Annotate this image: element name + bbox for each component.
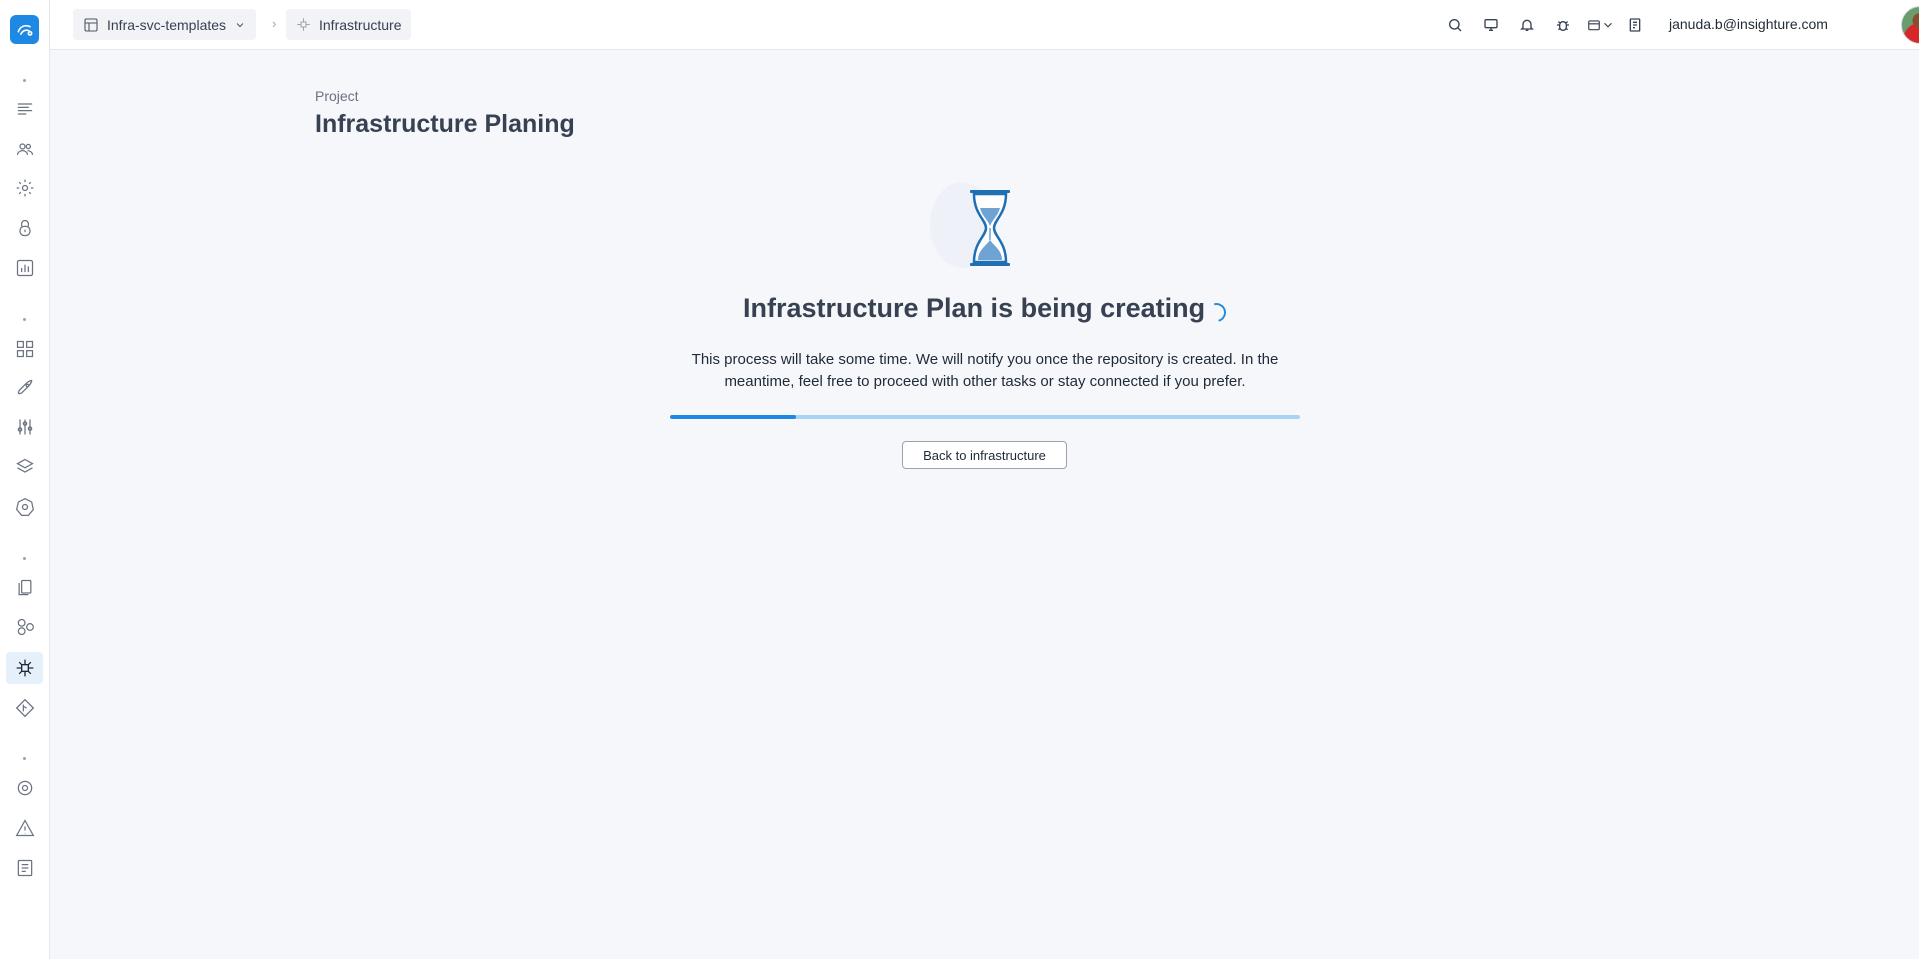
workspace-name: Infra-svc-templates [107,16,227,33]
layers-icon[interactable] [6,451,43,483]
infrastructure-icon [297,18,310,31]
progress-bar [670,415,1300,419]
hourglass-icon [970,190,1010,266]
breadcrumb-infrastructure[interactable]: Infrastructure [286,9,412,40]
circles-icon[interactable] [6,611,43,643]
notes-icon[interactable] [6,852,43,884]
breadcrumb-separator-icon: › [272,16,277,31]
chevron-down-icon [236,22,244,27]
avatar[interactable] [1901,6,1919,44]
top-bar: Infra-svc-templates › Infrastructure jan… [50,0,1919,50]
user-email[interactable]: januda.b@insighture.com [1669,16,1828,32]
document-icon[interactable] [1625,15,1645,35]
settings-cog-icon[interactable] [6,772,43,804]
menu-lines-icon[interactable] [6,93,43,125]
progress-bar-fill [670,415,796,419]
sliders-icon[interactable] [6,411,43,443]
sidebar-divider-dot [23,757,26,760]
calendar-dropdown-icon[interactable] [1587,15,1615,35]
rocket-icon[interactable] [6,372,43,404]
status-description: This process will take some time. We wil… [691,351,1279,390]
search-icon[interactable] [1445,15,1465,35]
dashboard-grid-icon[interactable] [6,333,43,365]
page-label: Project [315,88,359,104]
sidebar [0,0,50,959]
loading-spinner-icon [1203,299,1230,326]
table-icon [84,17,98,32]
sidebar-divider-dot [23,79,26,82]
users-icon[interactable] [6,133,43,165]
gear-icon[interactable] [6,172,43,204]
workspace-selector[interactable]: Infra-svc-templates [73,9,257,40]
infrastructure-icon[interactable] [6,652,43,684]
sidebar-divider-dot [23,318,26,321]
app-logo-icon[interactable] [10,15,39,44]
lock-icon[interactable] [6,212,43,244]
bug-icon[interactable] [1553,15,1573,35]
git-icon[interactable] [6,692,43,724]
sidebar-divider-dot [23,557,26,560]
monitor-icon[interactable] [1481,15,1501,35]
status-title: Infrastructure Plan is being creating [743,293,1206,323]
kubernetes-icon[interactable] [6,491,43,523]
breadcrumb-label: Infrastructure [319,16,402,33]
warning-icon[interactable] [6,812,43,844]
bar-chart-icon[interactable] [6,252,43,284]
bell-icon[interactable] [1517,15,1537,35]
documents-icon[interactable] [6,572,43,604]
back-to-infrastructure-button[interactable]: Back to infrastructure [902,441,1067,469]
page-title: Infrastructure Planing [315,110,575,138]
